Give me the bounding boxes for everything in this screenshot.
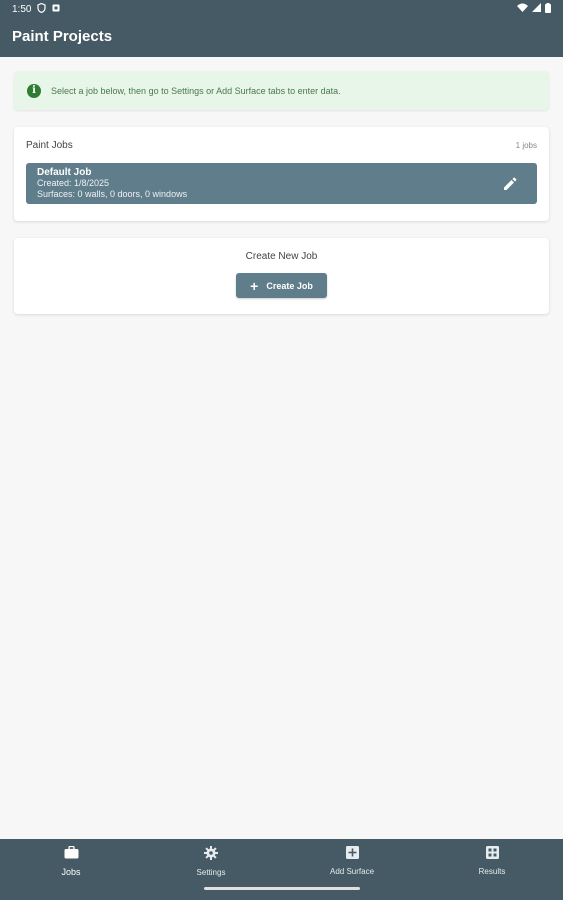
- nav-label-results: Results: [478, 867, 506, 876]
- bottom-navigation: Jobs Settings Add Surface Results: [0, 839, 563, 900]
- nav-tab-settings[interactable]: Settings: [141, 839, 281, 883]
- notification-icon: [52, 4, 60, 15]
- job-created: Created: 1/8/2025: [37, 178, 110, 188]
- info-banner-text: Select a job below, then go to Settings …: [51, 85, 341, 96]
- jobs-count: 1 jobs: [515, 141, 537, 150]
- nav-label-jobs: Jobs: [61, 867, 81, 877]
- status-time: 1:50: [12, 3, 32, 15]
- status-bar: 1:50: [0, 0, 563, 18]
- shield-icon: [37, 2, 47, 16]
- create-job-button[interactable]: + Create Job: [236, 273, 327, 298]
- nav-label-settings: Settings: [196, 868, 226, 877]
- edit-job-icon[interactable]: [502, 176, 518, 192]
- job-surfaces: Surfaces: 0 walls, 0 doors, 0 windows: [37, 189, 188, 199]
- top-app-bar: 1:50 Paint Projects: [0, 0, 563, 57]
- gear-icon: [204, 846, 218, 865]
- nav-label-add-surface: Add Surface: [329, 867, 375, 876]
- job-name: Default Job: [37, 167, 92, 178]
- add-box-icon: [345, 846, 359, 864]
- create-job-button-label: Create Job: [266, 280, 313, 291]
- paint-jobs-card: Paint Jobs 1 jobs Default Job Created: 1…: [14, 127, 549, 221]
- wifi-icon: [517, 3, 528, 15]
- page-title: Paint Projects: [12, 28, 113, 45]
- nav-tab-results[interactable]: Results: [422, 839, 562, 883]
- create-job-title: Create New Job: [245, 251, 318, 262]
- battery-icon: [545, 2, 551, 16]
- job-list-item[interactable]: Default Job Created: 1/8/2025 Surfaces: …: [26, 163, 537, 204]
- paint-jobs-title: Paint Jobs: [26, 140, 73, 151]
- nav-tab-add-surface[interactable]: Add Surface: [282, 839, 422, 883]
- create-job-card: Create New Job + Create Job: [14, 238, 549, 314]
- nav-tab-jobs[interactable]: Jobs: [1, 839, 141, 883]
- grid-icon: [485, 846, 499, 864]
- plus-icon: +: [250, 277, 259, 294]
- info-icon: i: [27, 83, 41, 98]
- briefcase-icon: [64, 845, 79, 864]
- gesture-bar[interactable]: [204, 887, 360, 890]
- info-banner: i Select a job below, then go to Setting…: [14, 71, 549, 110]
- signal-icon: [532, 3, 541, 15]
